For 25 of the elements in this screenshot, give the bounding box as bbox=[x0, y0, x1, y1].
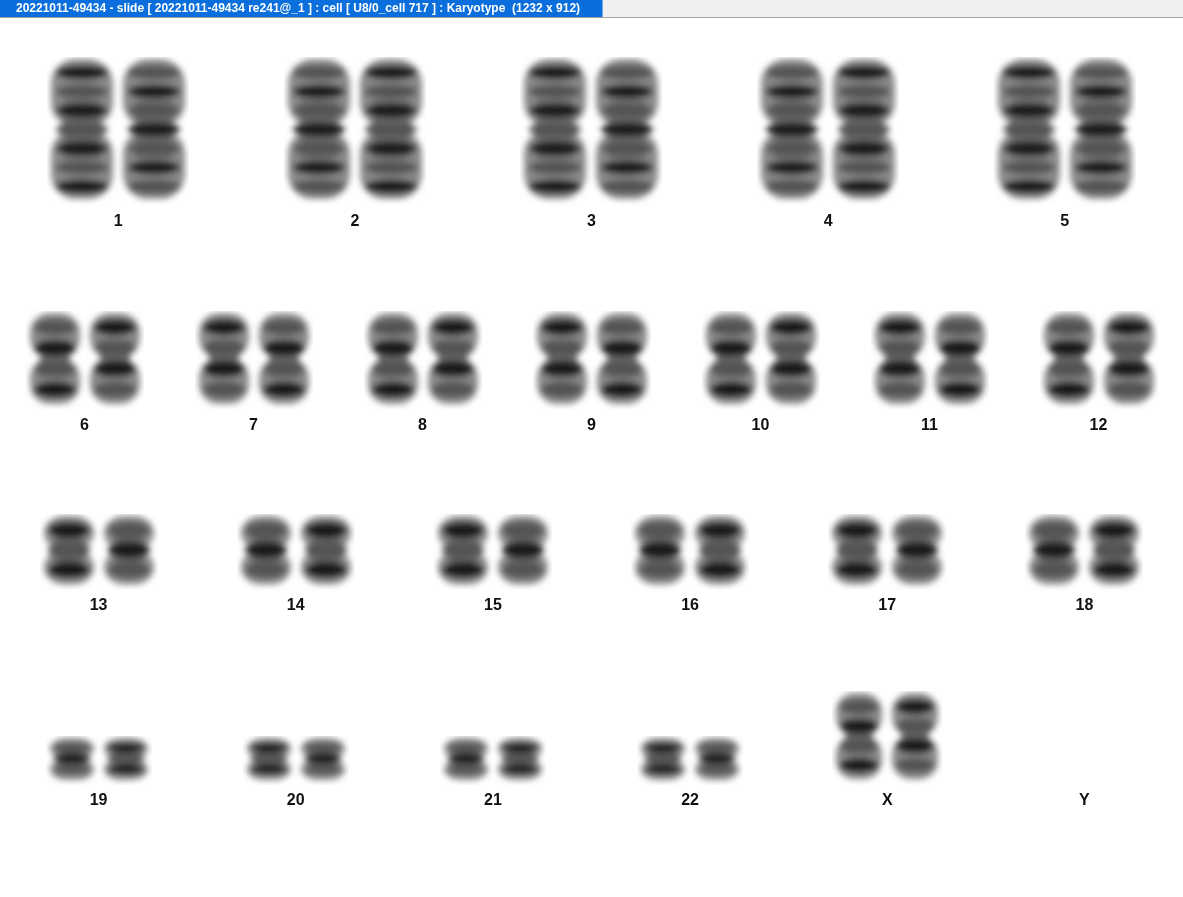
chromosome-number: 8 bbox=[418, 416, 427, 434]
chromosome-number: 12 bbox=[1089, 416, 1108, 434]
chromosome-number: 16 bbox=[681, 596, 699, 614]
chromosome-number: 19 bbox=[89, 791, 108, 809]
chromosome-number: 2 bbox=[350, 212, 360, 230]
chromosome-number: 1 bbox=[113, 212, 123, 230]
chromosome-number: 20 bbox=[286, 791, 305, 809]
chromosome-number: Y bbox=[1079, 791, 1090, 809]
chromosome-number: 6 bbox=[80, 416, 89, 434]
chromosome-number: 14 bbox=[286, 596, 305, 614]
chromosome-number: 11 bbox=[921, 416, 938, 434]
chromosome-number: 5 bbox=[1060, 212, 1070, 230]
window-title: 20221011-49434 - slide [ 20221011-49434 re241@_1 ] : cell [ U8/0_cell 717 ] : Karyotype (1232 x 912) bbox=[0, 0, 604, 17]
chromosome-number: 13 bbox=[89, 596, 108, 614]
chromosome-number: X bbox=[881, 791, 893, 809]
chromosome-number: 3 bbox=[587, 212, 596, 230]
chromosome-number: 9 bbox=[587, 416, 596, 434]
chromosome-number: 7 bbox=[249, 416, 258, 434]
chromosome-number: 18 bbox=[1075, 596, 1094, 614]
chromosome-number: 4 bbox=[823, 212, 833, 230]
chromosome-number: 21 bbox=[484, 791, 502, 809]
chromosome-number: 10 bbox=[751, 416, 770, 434]
chromosome-number: 17 bbox=[878, 596, 897, 614]
chromosome-number: 22 bbox=[681, 791, 699, 809]
chromosome-number: 15 bbox=[484, 596, 502, 614]
